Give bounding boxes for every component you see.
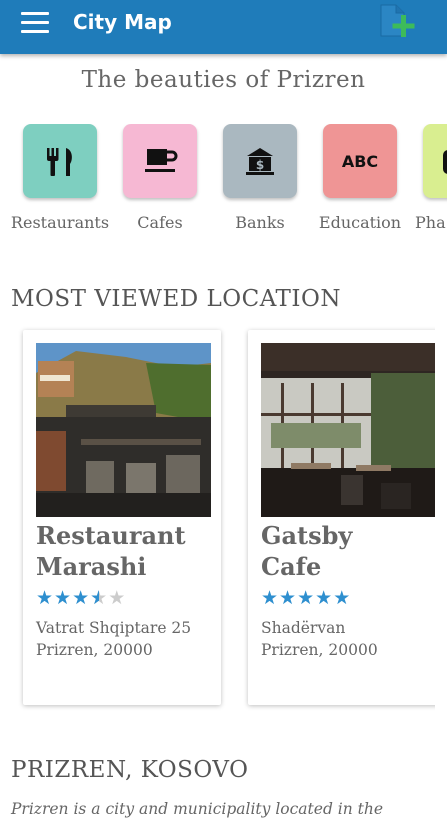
category-banks[interactable]: $ Banks [210, 124, 310, 232]
category-pharmacy[interactable]: Pha [410, 124, 447, 232]
star-icon: ★ [54, 587, 73, 609]
star-rating: ★★★★★★ [36, 587, 126, 609]
app-bar: City Map [0, 0, 447, 54]
star-icon: ★ [261, 587, 280, 609]
star-icon: ★ [315, 587, 334, 609]
category-tile: $ [223, 124, 297, 198]
category-education[interactable]: ABC Education [310, 124, 410, 232]
star-icon: ★ [333, 587, 352, 609]
address-line-2: Prizren, 20000 [36, 641, 153, 659]
category-tile [23, 124, 97, 198]
category-label: Cafes [137, 213, 183, 232]
svg-text:$: $ [256, 158, 264, 172]
hamburger-menu-icon[interactable] [21, 12, 49, 34]
category-strip[interactable]: Restaurants Cafes $ Banks ABC Education [0, 124, 447, 234]
cafe-photo [261, 343, 435, 517]
star-icon: ★ [279, 587, 298, 609]
category-label: Restaurants [10, 213, 110, 232]
abc-icon: ABC [341, 152, 379, 171]
location-address: Vatrat Shqiptare 25 Prizren, 20000 [36, 617, 221, 661]
category-restaurants[interactable]: Restaurants [10, 124, 110, 232]
address-line-1: Shadërvan [261, 619, 346, 637]
address-line-2: Prizren, 20000 [261, 641, 378, 659]
category-tile [123, 124, 197, 198]
location-card[interactable]: Restaurant Marashi ★★★★★★ Vatrat Shqipta… [23, 330, 221, 705]
category-tile: ABC [323, 124, 397, 198]
app-title: City Map [73, 10, 172, 34]
most-viewed-carousel[interactable]: Restaurant Marashi ★★★★★★ Vatrat Shqipta… [0, 326, 435, 718]
pharmacy-icon [443, 150, 447, 174]
about-text: Prizren is a city and municipality locat… [11, 800, 384, 818]
address-line-1: Vatrat Shqiptare 25 [36, 619, 192, 637]
category-cafes[interactable]: Cafes [110, 124, 210, 232]
coffee-cup-icon [145, 149, 178, 172]
about-heading: PRIZREN, KOSOVO [11, 757, 249, 783]
add-document-icon[interactable] [378, 2, 418, 42]
location-title: Gatsby Cafe [261, 521, 353, 581]
category-label: Education [318, 213, 402, 232]
location-address: Shadërvan Prizren, 20000 [261, 617, 435, 661]
half-star-icon: ★★ [90, 587, 109, 609]
star-icon: ★ [36, 587, 55, 609]
category-label: Pha [415, 213, 446, 232]
star-icon: ★ [108, 587, 127, 609]
star-rating: ★★★★★ [261, 587, 351, 609]
category-label: Banks [235, 213, 285, 232]
location-title: Restaurant Marashi [36, 521, 186, 581]
page-subtitle: The beauties of Prizren [81, 67, 366, 93]
location-card[interactable]: Gatsby Cafe ★★★★★ Shadërvan Prizren, 200… [248, 330, 435, 705]
bank-icon: $ [246, 148, 274, 175]
most-viewed-heading: MOST VIEWED LOCATION [11, 286, 341, 312]
category-tile [423, 124, 447, 198]
fork-knife-icon [47, 148, 72, 176]
star-icon: ★ [297, 587, 316, 609]
restaurant-photo [36, 343, 211, 517]
star-icon: ★ [72, 587, 91, 609]
